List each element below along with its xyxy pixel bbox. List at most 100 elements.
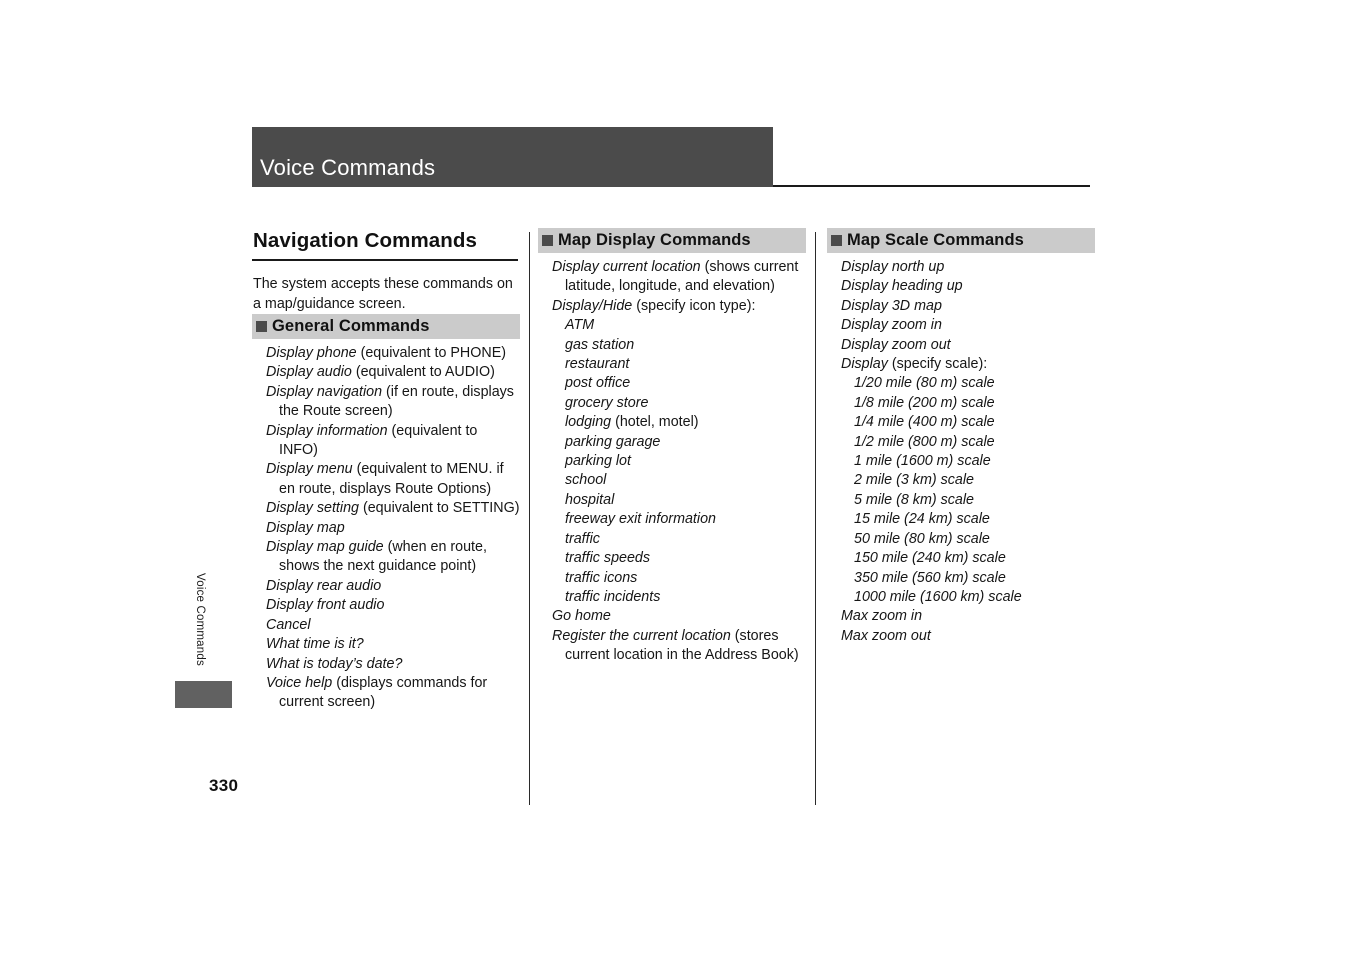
command-phrase: 5 mile (8 km) scale (854, 491, 974, 508)
command-list-item: Display navigation (if en route, display… (252, 383, 520, 422)
command-text: post office (565, 374, 806, 393)
column-map-scale-commands: Map Scale Commands Display north up Displ… (827, 228, 1095, 646)
command-list-item: 1/8 mile (200 m) scale (827, 394, 1095, 413)
command-phrase: gas station (565, 336, 635, 353)
command-annotation: (equivalent to AUDIO) (351, 364, 495, 381)
command-text: 1/8 mile (200 m) scale (854, 394, 1095, 413)
command-phrase: Display audio (266, 364, 352, 381)
command-phrase: 150 mile (240 km) scale (854, 550, 1006, 567)
command-text: Go home (552, 607, 806, 626)
command-list-item: traffic icons (538, 569, 806, 588)
command-annotation: (specify icon type): (632, 297, 756, 314)
command-text: traffic (565, 530, 806, 549)
command-text: ATM (565, 316, 806, 335)
command-phrase: school (565, 472, 607, 489)
command-list-item: lodging (hotel, motel) (538, 413, 806, 432)
command-list-item: Display heading up (827, 277, 1095, 296)
section-header-label: General Commands (272, 317, 430, 336)
command-text: 1000 mile (1600 km) scale (854, 588, 1095, 607)
command-phrase: Display front audio (266, 597, 385, 614)
command-phrase: 15 mile (24 km) scale (854, 511, 990, 528)
command-list-item: traffic speeds (538, 549, 806, 568)
side-tab-block (175, 681, 232, 708)
command-list-item: Voice help (displays commands for curren… (252, 674, 520, 713)
command-phrase: restaurant (565, 356, 630, 373)
column-divider-left (529, 232, 530, 805)
command-text: Display audio (equivalent to AUDIO) (266, 363, 520, 382)
command-list-item: Display rear audio (252, 577, 520, 596)
command-phrase: 1 mile (1600 m) scale (854, 453, 991, 470)
command-list-map-scale: Display north up Display heading up Displa… (827, 258, 1095, 646)
command-list-item: Display phone (equivalent to PHONE) (252, 344, 520, 363)
command-list-item: Display 3D map (827, 297, 1095, 316)
command-text: Display/Hide (specify icon type): (552, 297, 806, 316)
command-text: Display phone (equivalent to PHONE) (266, 344, 520, 363)
page-title: Voice Commands (260, 155, 436, 180)
command-phrase: parking lot (565, 453, 631, 470)
command-text: What is today’s date? (266, 655, 520, 674)
page-number: 330 (209, 776, 239, 795)
command-phrase: traffic icons (565, 569, 638, 586)
command-list-item: freeway exit information (538, 510, 806, 529)
command-phrase: Register the current location (552, 627, 731, 644)
command-list-item: hospital (538, 491, 806, 510)
command-phrase: 1/8 mile (200 m) scale (854, 394, 995, 411)
command-phrase: lodging (565, 414, 612, 431)
command-phrase: 350 mile (560 km) scale (854, 569, 1006, 586)
command-text: 1/4 mile (400 m) scale (854, 413, 1095, 432)
command-text: Cancel (266, 616, 520, 635)
command-list-item: Display zoom out (827, 336, 1095, 355)
command-text: Display (specify scale): (841, 355, 1095, 374)
command-phrase: Display menu (266, 461, 353, 478)
command-list-item: Display map guide (when en route, shows … (252, 538, 520, 577)
command-text: 1/20 mile (80 m) scale (854, 374, 1095, 393)
command-phrase: Display rear audio (266, 577, 382, 594)
command-text: restaurant (565, 355, 806, 374)
command-phrase: Go home (552, 608, 611, 625)
command-list-item: 2 mile (3 km) scale (827, 471, 1095, 490)
command-phrase: Display information (266, 422, 388, 439)
command-list-item: parking lot (538, 452, 806, 471)
command-text: Display rear audio (266, 577, 520, 596)
command-list-item: parking garage (538, 433, 806, 452)
command-text: traffic incidents (565, 588, 806, 607)
command-text: gas station (565, 336, 806, 355)
command-list-item: traffic (538, 530, 806, 549)
command-text: 2 mile (3 km) scale (854, 471, 1095, 490)
command-phrase: 1/4 mile (400 m) scale (854, 414, 995, 431)
command-text: 5 mile (8 km) scale (854, 491, 1095, 510)
command-text: Register the current location (stores cu… (552, 627, 806, 666)
section-header-map-scale-commands: Map Scale Commands (827, 228, 1095, 253)
command-text: 350 mile (560 km) scale (854, 569, 1095, 588)
command-annotation: (specify scale): (887, 356, 988, 373)
command-list-item: 1/4 mile (400 m) scale (827, 413, 1095, 432)
command-text: 1/2 mile (800 m) scale (854, 433, 1095, 452)
intro-paragraph: The system accepts these commands on a m… (253, 276, 513, 312)
command-list-item: Display map (252, 519, 520, 538)
command-list-item: 1/20 mile (80 m) scale (827, 374, 1095, 393)
command-list-item: Display zoom in (827, 316, 1095, 335)
column-title-rule (252, 259, 518, 261)
command-phrase: traffic (565, 530, 600, 547)
command-phrase: Max zoom in (841, 608, 923, 625)
command-list-item: post office (538, 374, 806, 393)
command-list-item: Max zoom out (827, 627, 1095, 646)
command-list-general: Display phone (equivalent to PHONE) Displ… (252, 344, 520, 713)
command-phrase: What is today’s date? (266, 655, 403, 672)
command-phrase: 1000 mile (1600 km) scale (854, 588, 1022, 605)
command-text: school (565, 471, 806, 490)
square-bullet-icon (831, 235, 842, 246)
command-text: Display map guide (when en route, shows … (266, 538, 520, 577)
command-phrase: traffic incidents (565, 588, 661, 605)
command-phrase: 1/20 mile (80 m) scale (854, 375, 995, 392)
command-text: Display zoom in (841, 316, 1095, 335)
command-phrase: Display phone (266, 345, 357, 361)
command-phrase: Display zoom out (841, 336, 951, 353)
command-list-item: Display information (equivalent to INFO) (252, 422, 520, 461)
command-text: freeway exit information (565, 510, 806, 529)
command-list-item: Max zoom in (827, 607, 1095, 626)
command-text: 15 mile (24 km) scale (854, 510, 1095, 529)
command-text: 1 mile (1600 m) scale (854, 452, 1095, 471)
command-phrase: parking garage (565, 433, 661, 450)
command-phrase: What time is it? (266, 636, 364, 653)
